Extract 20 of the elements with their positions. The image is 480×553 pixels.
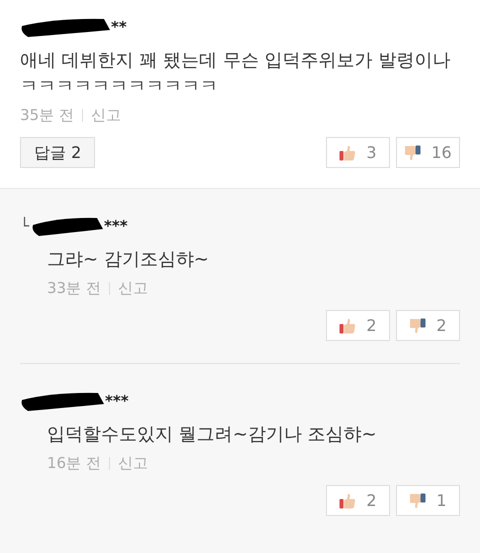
reply-count-button[interactable]: 답글 2 bbox=[20, 137, 96, 168]
username: *** bbox=[104, 217, 128, 235]
reply-marker: └ bbox=[20, 218, 30, 234]
report-link[interactable]: 신고 bbox=[118, 454, 148, 473]
like-button[interactable]: 2 bbox=[326, 310, 390, 341]
comment-text: 그랴~ 감기조심햐~ bbox=[47, 248, 210, 272]
timestamp: 16분 전 bbox=[47, 454, 101, 473]
username: ** bbox=[111, 18, 127, 36]
report-link[interactable]: 신고 bbox=[90, 106, 121, 125]
comment-text: 입덕할수도있지 뭘그려~감기나 조심햐~ bbox=[47, 423, 378, 447]
like-button[interactable]: 2 bbox=[326, 485, 390, 516]
timestamp: 35분 전 bbox=[20, 106, 74, 125]
username: *** bbox=[105, 392, 129, 410]
dislike-button[interactable]: 2 bbox=[396, 310, 460, 341]
timestamp: 33분 전 bbox=[47, 279, 101, 298]
dislike-button[interactable]: 1 bbox=[396, 485, 460, 516]
dislike-button[interactable]: 16 bbox=[396, 137, 460, 168]
report-link[interactable]: 신고 bbox=[118, 279, 148, 298]
like-button[interactable]: 3 bbox=[326, 137, 390, 168]
comment-text: 애네 데뷔한지 꽤 됐는데 무슨 입덕주위보가 발령이나 ㅋㅋㅋㅋㅋㅋㅋㅋㅋㅋㅋ bbox=[20, 49, 452, 99]
